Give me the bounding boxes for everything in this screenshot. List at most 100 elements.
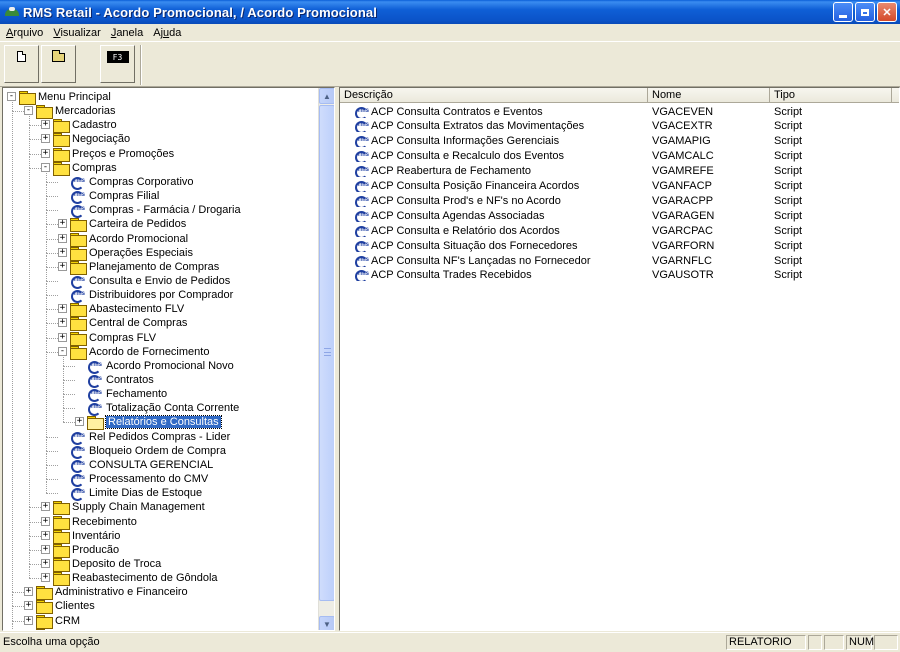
tree-node[interactable]: CONSULTA GERENCIAL xyxy=(70,458,213,473)
tree-node[interactable]: Negociação xyxy=(53,132,130,148)
tree-node[interactable]: Compras Filial xyxy=(70,189,159,205)
expand-icon[interactable]: + xyxy=(41,558,50,568)
rms-script-icon xyxy=(354,269,370,282)
collapse-icon[interactable]: - xyxy=(41,162,50,172)
tree-node[interactable]: Acordo Promocional Novo xyxy=(87,359,234,374)
scroll-up-button[interactable]: ▲ xyxy=(319,88,334,104)
tree-connector xyxy=(46,438,47,451)
column-header-tipo[interactable]: Tipo xyxy=(770,88,892,103)
restore-button[interactable] xyxy=(855,2,875,22)
expand-icon[interactable]: + xyxy=(75,417,84,427)
expand-icon[interactable]: + xyxy=(41,134,50,144)
tree-node[interactable]: Inventário xyxy=(53,529,120,544)
tree-node[interactable]: Operações Especiais xyxy=(70,246,193,261)
scroll-thumb[interactable] xyxy=(319,105,334,601)
menu-item[interactable]: Visualizar xyxy=(49,27,107,39)
expand-icon[interactable]: + xyxy=(58,318,67,328)
tree-node[interactable]: Acordo Promocional xyxy=(70,232,188,247)
scroll-down-button[interactable]: ▼ xyxy=(319,616,334,630)
list-item[interactable]: ACP Consulta Informações Gerenciais VGAMA… xyxy=(340,134,892,149)
collapse-icon[interactable]: - xyxy=(24,106,33,116)
list-item[interactable]: ACP Consulta Contratos e Eventos VGACEVEN… xyxy=(340,104,892,119)
expand-icon[interactable]: + xyxy=(24,601,33,611)
tree-node[interactable]: Fechamento xyxy=(87,387,167,403)
expand-icon[interactable]: + xyxy=(58,332,67,342)
expand-icon[interactable]: + xyxy=(41,120,50,130)
collapse-icon[interactable]: - xyxy=(58,346,67,356)
expand-icon[interactable]: + xyxy=(41,544,50,554)
collapse-icon[interactable]: - xyxy=(7,92,16,101)
tree-node[interactable]: Preços e Promoções xyxy=(53,147,174,162)
new-button[interactable] xyxy=(4,45,39,83)
expand-icon[interactable]: + xyxy=(24,615,33,625)
list-item[interactable]: ACP Consulta Trades Recebidos VGAUSOTR Scr… xyxy=(340,268,892,283)
list-item[interactable]: ACP Consulta e Relatório dos Acordos VGAR… xyxy=(340,223,892,238)
tree-node[interactable]: Carteira de Pedidos xyxy=(70,217,186,233)
menu-item[interactable]: Ajuda xyxy=(149,27,187,39)
tree-node[interactable]: Bloqueio Ordem de Compra xyxy=(70,444,226,459)
list-item[interactable]: ACP Reabertura de Fechamento VGAMREFE Scri… xyxy=(340,164,892,179)
expand-icon[interactable]: + xyxy=(58,219,67,229)
expand-icon[interactable]: + xyxy=(41,502,50,512)
toolbar-separator xyxy=(140,45,142,85)
tree-node[interactable]: Processamento do CMV xyxy=(70,472,208,488)
tree-node[interactable]: CRM xyxy=(36,614,80,629)
tree-scrollbar[interactable]: ▲ ▼ xyxy=(318,88,334,630)
tree-node[interactable]: Recebimento xyxy=(53,515,137,530)
expand-icon[interactable]: + xyxy=(24,587,33,597)
tree-node[interactable]: Totalização Conta Corrente xyxy=(87,401,239,417)
tree-node[interactable]: Compras - Farmácia / Drogaria xyxy=(70,203,241,219)
expand-icon[interactable]: + xyxy=(24,629,33,630)
expand-icon[interactable]: + xyxy=(41,530,50,540)
open-button[interactable] xyxy=(41,45,76,83)
tree-connector xyxy=(46,297,47,310)
expand-icon[interactable]: + xyxy=(58,233,67,243)
tree-node[interactable]: Contratos xyxy=(87,373,154,388)
list-item[interactable]: ACP Consulta Posição Financeira Acordos V… xyxy=(340,179,892,194)
close-button[interactable]: ✕ xyxy=(877,2,897,22)
title-bar[interactable]: RMS Retail - Acordo Promocional, / Acord… xyxy=(0,0,900,24)
tree-node[interactable]: Relatórios e Consultas xyxy=(87,415,222,431)
tree-node[interactable]: Deposito de Troca xyxy=(53,557,161,572)
tree-node[interactable]: Abastecimento FLV xyxy=(70,302,184,318)
tree-node[interactable]: Consulta e Envio de Pedidos xyxy=(70,274,230,289)
tree-node[interactable]: Compras Corporativo xyxy=(70,175,194,190)
menu-item[interactable]: Arquivo xyxy=(2,27,49,39)
list-item[interactable]: ACP Consulta Prod's e NF's no Acordo VGAR… xyxy=(340,193,892,208)
expand-icon[interactable]: + xyxy=(58,247,67,257)
tree-node[interactable]: Compras xyxy=(53,161,117,176)
tree-connector xyxy=(29,139,41,141)
tree-node[interactable]: WMS xyxy=(36,628,82,630)
expand-icon[interactable]: + xyxy=(41,516,50,526)
tree-node[interactable]: Distribuidores por Comprador xyxy=(70,288,233,304)
tree-node[interactable]: Supply Chain Management xyxy=(53,500,205,516)
tree-node[interactable]: Reabastecimento de Gôndola xyxy=(53,571,218,587)
expand-icon[interactable]: + xyxy=(41,573,50,583)
tree-node[interactable]: Rel Pedidos Compras - Lider xyxy=(70,430,230,445)
list-item[interactable]: ACP Consulta e Recalculo dos Eventos VGAM… xyxy=(340,149,892,164)
tree-node[interactable]: Compras FLV xyxy=(70,331,156,346)
menu-item[interactable]: Janela xyxy=(107,27,149,39)
f3-button[interactable]: F3 xyxy=(100,45,135,83)
tree-node[interactable]: Planejamento de Compras xyxy=(70,260,219,275)
column-header-descricao[interactable]: Descrição xyxy=(340,88,648,103)
list-item[interactable]: ACP Consulta Agendas Associadas VGARAGEN S… xyxy=(340,208,892,223)
tree-node[interactable]: Cadastro xyxy=(53,118,117,134)
tree-node[interactable]: Administrativo e Financeiro xyxy=(36,585,188,601)
expand-icon[interactable]: + xyxy=(41,148,50,158)
list-item[interactable]: ACP Consulta Extratos das Movimentações V… xyxy=(340,119,892,134)
tree-node[interactable]: Acordo de Fornecimento xyxy=(70,345,209,360)
expand-icon[interactable]: + xyxy=(58,261,67,271)
list-item[interactable]: ACP Consulta Situação dos Fornecedores VG… xyxy=(340,238,892,253)
tree-node[interactable]: Central de Compras xyxy=(70,316,187,332)
tree-node[interactable]: Menu Principal xyxy=(19,90,111,105)
tree-node[interactable]: Producão xyxy=(53,543,119,558)
expand-icon[interactable]: + xyxy=(58,304,67,314)
tree-node[interactable]: Limite Dias de Estoque xyxy=(70,486,202,502)
tree-node[interactable]: Clientes xyxy=(36,599,95,615)
tree-node[interactable]: Mercadorias xyxy=(36,104,116,120)
column-header-nome[interactable]: Nome xyxy=(648,88,770,103)
cell-descricao: ACP Consulta Situação dos Fornecedores xyxy=(340,240,648,252)
minimize-button[interactable] xyxy=(833,2,853,22)
list-item[interactable]: ACP Consulta NF's Lançadas no Fornecedor… xyxy=(340,253,892,268)
